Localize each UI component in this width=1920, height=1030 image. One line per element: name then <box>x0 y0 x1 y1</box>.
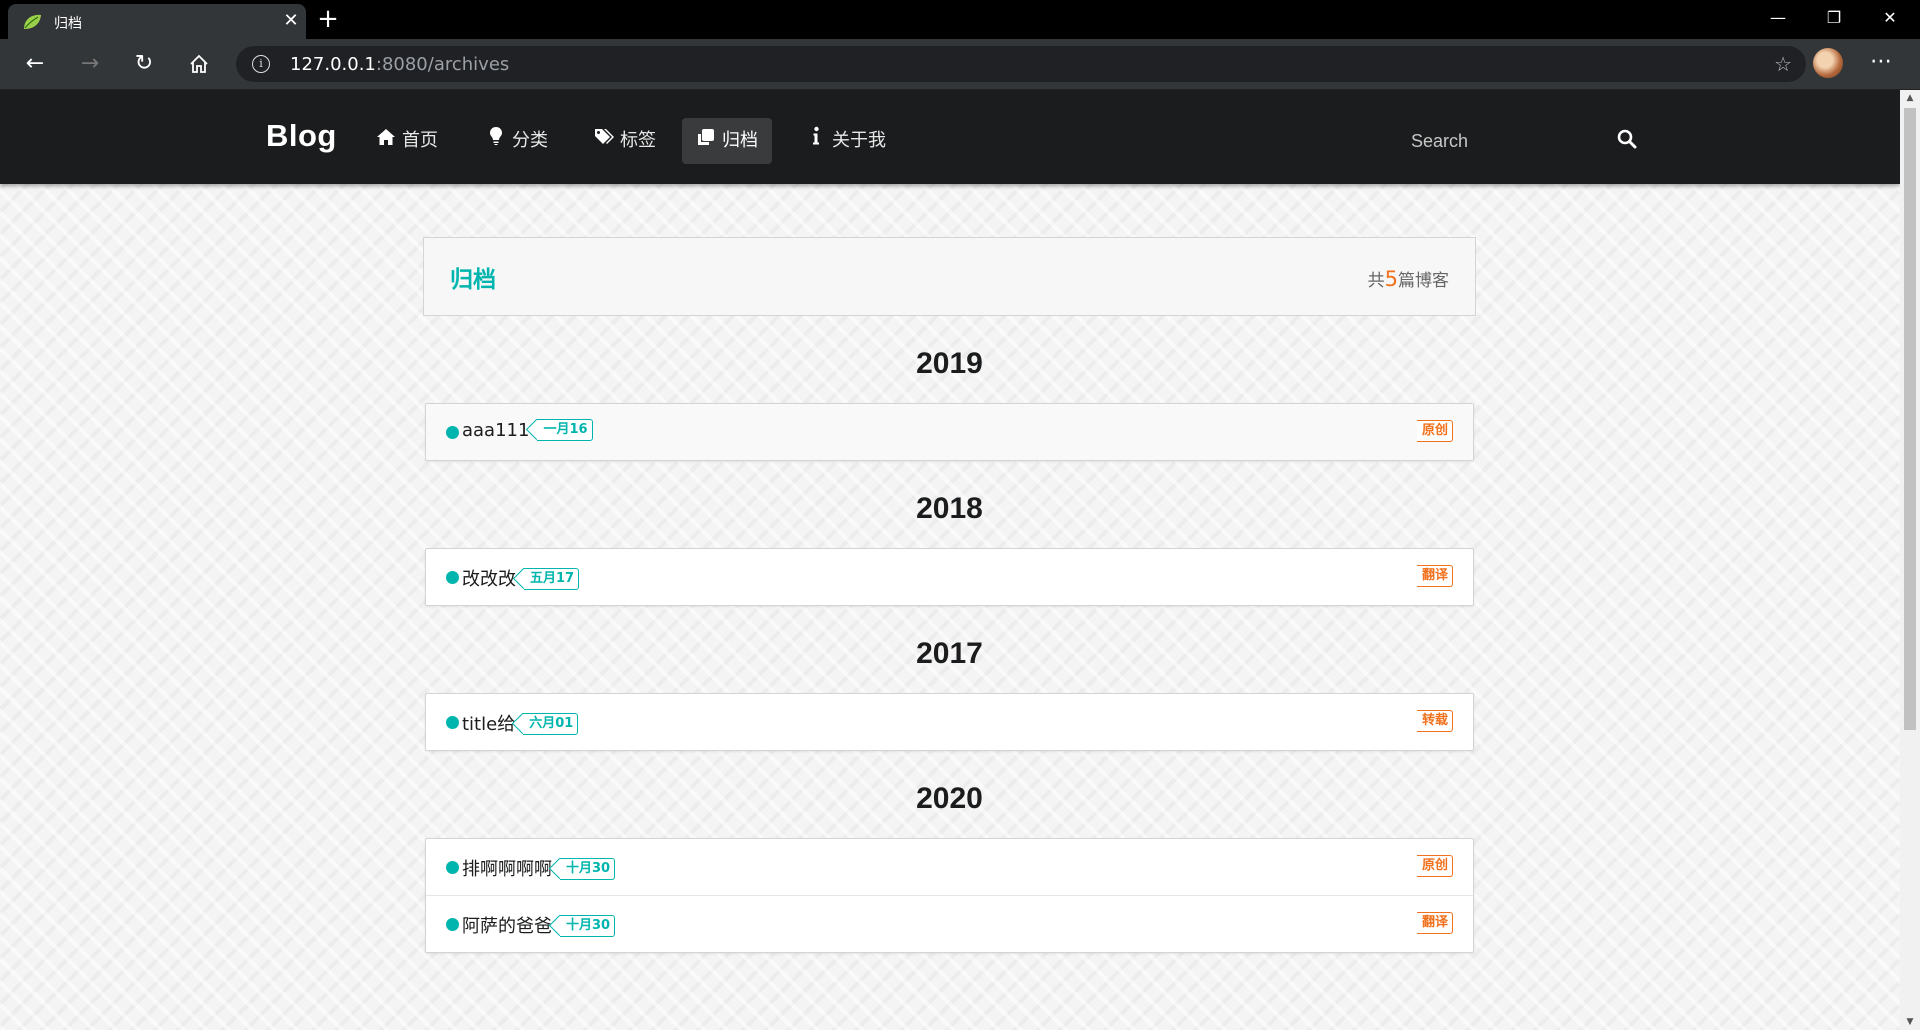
year-heading: 2017 <box>916 637 983 670</box>
search-input[interactable] <box>1395 120 1613 162</box>
post-date-tag: 六月01 <box>523 713 579 735</box>
lightbulb-icon <box>486 118 506 164</box>
post-dot-icon <box>446 716 459 729</box>
nav-item-about[interactable]: 关于我 <box>792 118 900 164</box>
search-box <box>1395 120 1645 162</box>
nav-item-home[interactable]: 首页 <box>362 118 452 164</box>
post-date-tag: 十月30 <box>560 858 616 880</box>
archive-title: 归档 <box>450 267 496 293</box>
post-dot-icon <box>446 918 459 931</box>
post-row[interactable]: title给 六月01 转载 <box>426 694 1473 750</box>
address-bar[interactable]: i 127.0.0.1:8080/archives ☆ <box>236 46 1806 82</box>
post-title[interactable]: 改改改 <box>462 569 516 590</box>
reload-button[interactable]: ↻ <box>128 49 160 79</box>
tags-icon <box>594 118 614 164</box>
post-title[interactable]: 阿萨的爸爸 <box>462 916 552 937</box>
nav-item-label: 分类 <box>512 130 548 151</box>
page-viewport: Blog 首页 分类 标签 归档 关于我 Search 归档 共5篇博客 201… <box>0 90 1900 1030</box>
post-dot-icon <box>446 571 459 584</box>
post-row[interactable]: aaa111 一月16 原创 <box>426 404 1473 460</box>
post-list: 排啊啊啊啊 十月30 原创 阿萨的爸爸 十月30 翻译 <box>425 838 1474 953</box>
post-list: aaa111 一月16 原创 <box>425 403 1474 461</box>
browser-toolbar: ← → ↻ i 127.0.0.1:8080/archives ☆ ⋯ <box>0 39 1920 90</box>
site-brand[interactable]: Blog <box>266 118 337 154</box>
site-navbar: Blog 首页 分类 标签 归档 关于我 <box>0 90 1900 184</box>
post-type-tag: 原创 <box>1416 855 1453 877</box>
bookmark-star-icon[interactable]: ☆ <box>1774 52 1792 76</box>
post-type-tag: 转载 <box>1416 710 1453 732</box>
year-heading: 2020 <box>916 782 983 815</box>
post-type-tag: 原创 <box>1416 420 1453 442</box>
minimize-button[interactable]: — <box>1750 0 1806 36</box>
archive-header: 归档 共5篇博客 <box>423 237 1476 316</box>
post-row[interactable]: 阿萨的爸爸 十月30 翻译 <box>426 896 1473 952</box>
post-list: 改改改 五月17 翻译 <box>425 548 1474 606</box>
post-dot-icon <box>446 426 459 439</box>
post-date-tag: 十月30 <box>560 915 616 937</box>
clone-icon <box>696 118 716 164</box>
new-tab-button[interactable]: + <box>316 6 340 32</box>
nav-item-label: 关于我 <box>832 130 886 151</box>
year-heading: 2018 <box>916 492 983 525</box>
profile-avatar[interactable] <box>1813 48 1843 78</box>
restore-button[interactable]: ❐ <box>1806 0 1862 36</box>
post-title[interactable]: 排啊啊啊啊 <box>462 859 552 880</box>
browser-tabbar: 归档 ✕ + — ❐ ✕ <box>0 0 1920 39</box>
leaf-favicon-icon <box>24 14 41 29</box>
post-date-tag: 五月17 <box>524 568 580 590</box>
nav-item-label: 标签 <box>620 130 656 151</box>
post-dot-icon <box>446 861 459 874</box>
nav-item-label: 归档 <box>722 130 758 151</box>
url-text[interactable]: 127.0.0.1:8080/archives <box>290 54 509 75</box>
nav-item-label: 首页 <box>402 130 438 151</box>
tab-title: 归档 <box>54 16 82 32</box>
close-window-button[interactable]: ✕ <box>1862 0 1918 36</box>
forward-button[interactable]: → <box>74 49 106 79</box>
nav-item-archives[interactable]: 归档 <box>682 118 772 164</box>
info-icon <box>806 118 826 164</box>
site-info-icon[interactable]: i <box>252 55 270 73</box>
tab-close-icon[interactable]: ✕ <box>280 10 302 32</box>
post-row[interactable]: 排啊啊啊啊 十月30 原创 <box>426 839 1473 896</box>
nav-item-categories[interactable]: 分类 <box>472 118 562 164</box>
home-icon <box>376 118 396 164</box>
scroll-thumb[interactable] <box>1904 108 1916 730</box>
post-title[interactable]: aaa111 <box>462 420 529 441</box>
browser-tab[interactable]: 归档 ✕ <box>8 4 306 39</box>
back-button[interactable]: ← <box>19 49 51 79</box>
browser-menu-icon[interactable]: ⋯ <box>1870 49 1892 74</box>
post-type-tag: 翻译 <box>1416 912 1453 934</box>
archive-count: 共5篇博客 <box>1367 267 1449 291</box>
post-row[interactable]: 改改改 五月17 翻译 <box>426 549 1473 605</box>
nav-item-tags[interactable]: 标签 <box>580 118 670 164</box>
scroll-down-icon[interactable]: ▼ <box>1900 1014 1920 1030</box>
post-list: title给 六月01 转载 <box>425 693 1474 751</box>
post-title[interactable]: title给 <box>462 714 515 735</box>
page-scrollbar[interactable]: ▲ ▼ <box>1900 90 1920 1030</box>
post-type-tag: 翻译 <box>1416 565 1453 587</box>
post-count-number: 5 <box>1384 267 1398 291</box>
home-icon <box>190 54 208 73</box>
year-heading: 2019 <box>916 347 983 380</box>
home-button[interactable] <box>183 49 215 79</box>
scroll-up-icon[interactable]: ▲ <box>1900 90 1920 106</box>
post-date-tag: 一月16 <box>537 419 593 441</box>
search-icon[interactable] <box>1616 128 1638 150</box>
